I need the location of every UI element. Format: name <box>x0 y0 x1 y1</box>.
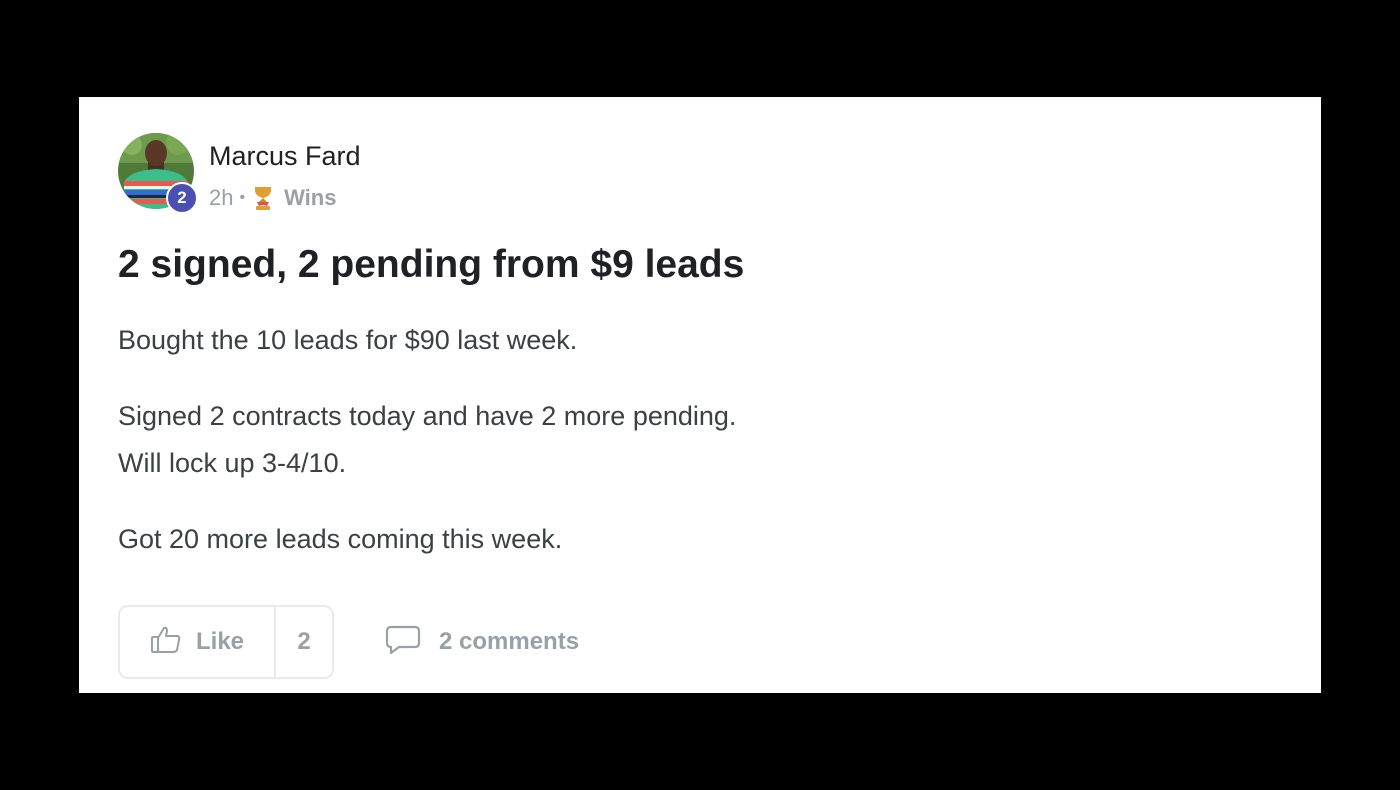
trophy-icon <box>252 185 274 211</box>
like-count[interactable]: 2 <box>276 607 332 677</box>
level-badge: 2 <box>166 182 198 214</box>
author-avatar-wrapper[interactable]: 2 <box>118 133 198 215</box>
post-meta: 2h • Wins <box>209 184 336 212</box>
post-actions: Like 2 2 comments <box>118 604 579 680</box>
meta-separator: • <box>239 189 246 206</box>
comments-button[interactable]: 2 comments <box>385 624 579 661</box>
like-group: Like 2 <box>118 605 334 679</box>
thumbs-up-icon <box>150 625 182 660</box>
category-link[interactable]: Wins <box>284 185 336 211</box>
speech-bubble-icon <box>385 624 421 661</box>
body-paragraph: Bought the 10 leads for $90 last week. <box>118 325 578 355</box>
like-button[interactable]: Like <box>120 607 276 677</box>
post-title[interactable]: 2 signed, 2 pending from $9 leads <box>118 243 744 287</box>
body-paragraph: Signed 2 contracts today and have 2 more… <box>118 401 737 431</box>
body-paragraph: Will lock up 3-4/10. <box>118 448 347 478</box>
author-name[interactable]: Marcus Fard <box>209 141 361 172</box>
like-label: Like <box>195 628 245 655</box>
post-time: 2h <box>209 185 234 210</box>
post-body: Bought the 10 leads for $90 last week. S… <box>118 317 736 563</box>
post-card: 2 Marcus Fard 2h • Wins 2 signed, 2 pend… <box>79 97 1321 693</box>
comments-label: 2 comments <box>439 628 580 655</box>
body-paragraph: Got 20 more leads coming this week. <box>118 524 563 554</box>
